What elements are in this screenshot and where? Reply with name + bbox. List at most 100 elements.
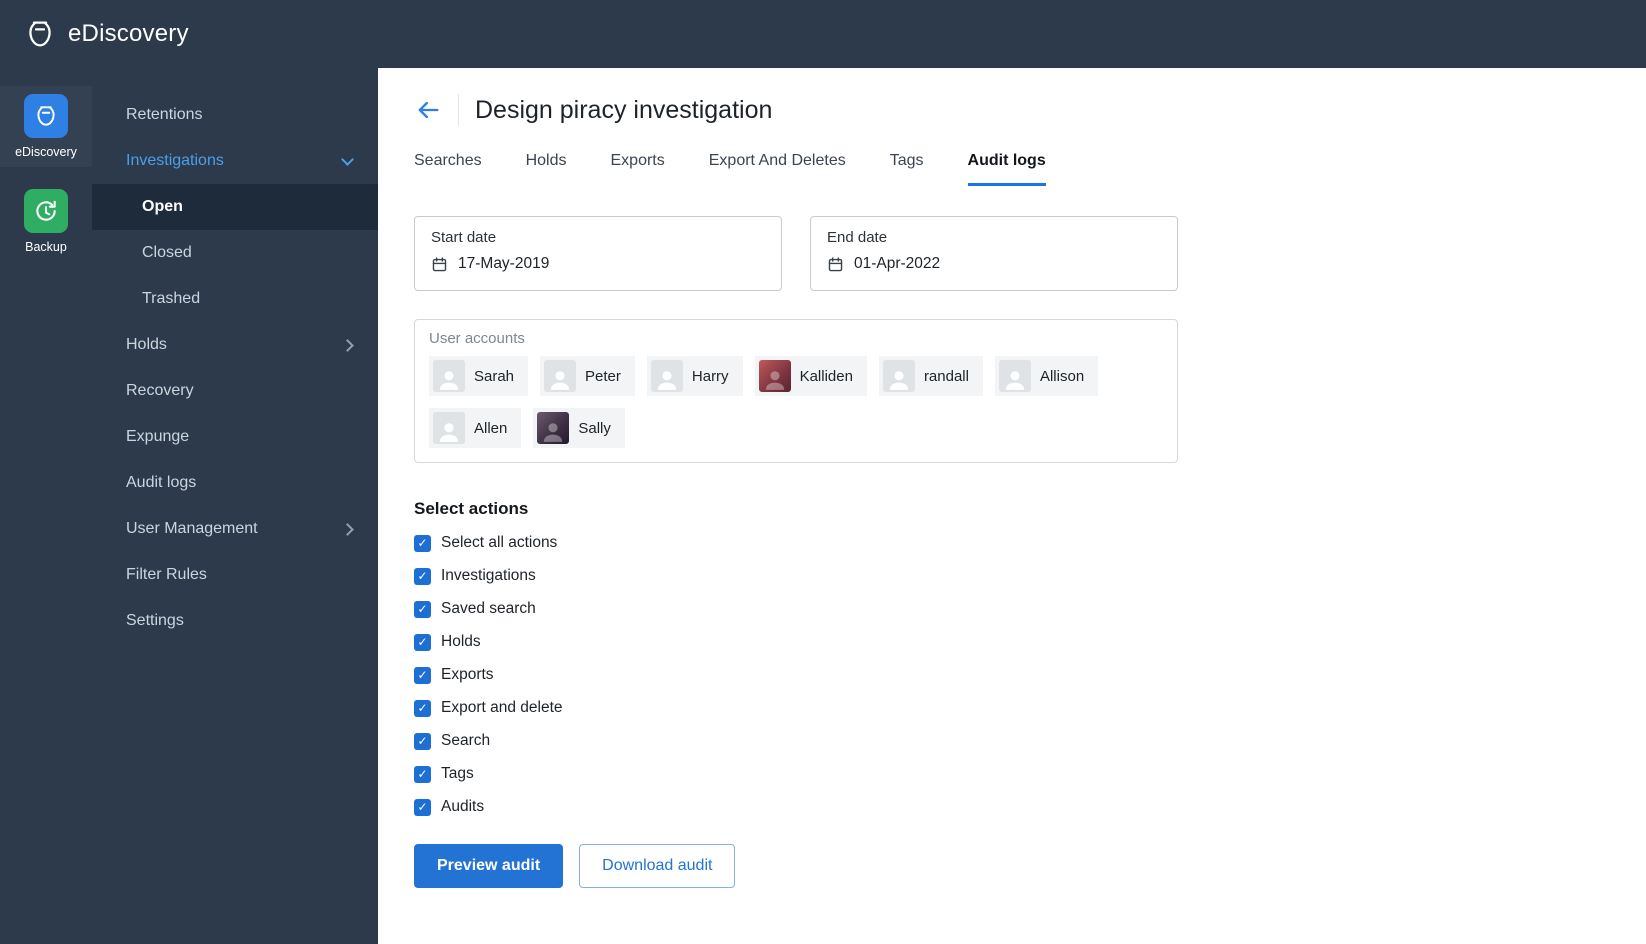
avatar [650, 360, 683, 392]
checkbox-checked-icon: ✓ [414, 666, 431, 684]
user-chip[interactable]: randall [878, 356, 983, 396]
sidebar-item-label: Settings [126, 612, 184, 629]
user-accounts-label: User accounts [429, 330, 525, 347]
user-accounts-box: User accounts Sarah Peter Harry Kalliden… [414, 319, 1178, 463]
avatar [433, 412, 465, 444]
left-rail: eDiscovery Backup [0, 68, 92, 944]
checkbox-investigations[interactable]: ✓ Investigations [414, 567, 1606, 585]
checkbox-checked-icon: ✓ [414, 798, 431, 816]
tab-export-and-deletes[interactable]: Export And Deletes [709, 152, 846, 186]
checkbox-tags[interactable]: ✓ Tags [414, 765, 1606, 783]
checkbox-checked-icon: ✓ [414, 699, 431, 717]
download-audit-button[interactable]: Download audit [579, 844, 736, 888]
page-header: Design piracy investigation [414, 94, 1606, 126]
checkbox-checked-icon: ✓ [414, 765, 431, 783]
sidebar-item-retentions[interactable]: Retentions [92, 92, 378, 138]
sidebar-item-closed[interactable]: Closed [92, 230, 378, 276]
end-date-value-row: 01-Apr-2022 [827, 255, 1161, 273]
avatar [433, 360, 465, 392]
backup-icon [24, 189, 68, 233]
sidebar-item-expunge[interactable]: Expunge [92, 414, 378, 460]
sidebar-item-filter-rules[interactable]: Filter Rules [92, 552, 378, 598]
sidebar-item-audit-logs[interactable]: Audit logs [92, 460, 378, 506]
sidebar-item-open[interactable]: Open [92, 184, 378, 230]
checkbox-checked-icon: ✓ [414, 732, 431, 750]
sidebar-item-label: Open [142, 198, 183, 215]
user-chip[interactable]: Sally [533, 408, 625, 448]
checkbox-label: Holds [441, 633, 481, 650]
user-name: Allison [1039, 367, 1085, 385]
sidebar-item-trashed[interactable]: Trashed [92, 276, 378, 322]
user-name: Sally [578, 419, 611, 437]
checkbox-holds[interactable]: ✓ Holds [414, 633, 1606, 651]
calendar-icon [827, 256, 844, 273]
rail-item-ediscovery[interactable]: eDiscovery [0, 86, 92, 167]
user-chip[interactable]: Peter [540, 356, 635, 396]
user-chip[interactable]: Sarah [429, 356, 529, 396]
body: eDiscovery Backup Retentions Investigati… [0, 68, 1646, 944]
user-chip[interactable]: Allison [994, 356, 1099, 396]
sidebar-item-label: Audit logs [126, 474, 197, 491]
date-filters: Start date 17-May-2019 End date 01-Apr-2… [414, 216, 1606, 291]
checkbox-checked-icon: ✓ [414, 567, 431, 585]
sidebar-item-label: Filter Rules [126, 566, 207, 583]
back-arrow-icon[interactable] [414, 96, 442, 124]
user-chip[interactable]: Allen [429, 408, 522, 448]
checkbox-search[interactable]: ✓ Search [414, 732, 1606, 750]
end-date-label: End date [827, 229, 888, 246]
ediscovery-icon [24, 94, 68, 138]
checkbox-label: Exports [441, 666, 494, 683]
preview-audit-button[interactable]: Preview audit [414, 844, 564, 888]
sidebar-item-label: Holds [126, 336, 167, 353]
avatar [998, 360, 1031, 392]
sidebar-item-investigations[interactable]: Investigations [92, 138, 378, 184]
tab-audit-logs[interactable]: Audit logs [967, 152, 1046, 186]
sidebar-item-user-management[interactable]: User Management [92, 506, 378, 552]
sidebar-item-recovery[interactable]: Recovery [92, 368, 378, 414]
start-date-label: Start date [431, 229, 497, 246]
user-name: Sarah [474, 367, 515, 385]
checkbox-audits[interactable]: ✓ Audits [414, 798, 1606, 816]
tab-holds[interactable]: Holds [526, 152, 567, 186]
sidebar-item-holds[interactable]: Holds [92, 322, 378, 368]
avatar [758, 360, 791, 392]
sidebar-item-label: Trashed [142, 290, 201, 307]
user-name: Harry [691, 367, 729, 385]
end-date-field[interactable]: End date 01-Apr-2022 [810, 216, 1178, 291]
page-title: Design piracy investigation [475, 95, 773, 124]
header-divider [458, 94, 459, 126]
checkbox-export-and-delete[interactable]: ✓ Export and delete [414, 699, 1606, 717]
sidebar-item-label: Recovery [126, 382, 194, 399]
checkbox-label: Audits [441, 798, 485, 815]
start-date-value: 17-May-2019 [458, 255, 550, 272]
avatar [544, 360, 577, 392]
chevron-down-icon [341, 152, 354, 166]
sidebar-item-settings[interactable]: Settings [92, 598, 378, 644]
user-chip[interactable]: Harry [646, 356, 743, 396]
chevron-right-icon [341, 522, 354, 536]
sidebar: Retentions Investigations Open Closed Tr… [92, 68, 378, 944]
checkbox-exports[interactable]: ✓ Exports [414, 666, 1606, 684]
sidebar-item-label: Investigations [126, 152, 224, 169]
main-content: Design piracy investigation Searches Hol… [378, 68, 1646, 944]
sidebar-item-label: Closed [142, 244, 192, 261]
tab-bar: Searches Holds Exports Export And Delete… [414, 152, 1606, 186]
checkbox-select-all-actions[interactable]: ✓ Select all actions [414, 534, 1606, 552]
user-chip[interactable]: Kalliden [754, 356, 867, 396]
rail-item-backup[interactable]: Backup [0, 181, 92, 262]
sidebar-item-label: User Management [126, 520, 258, 537]
tab-searches[interactable]: Searches [414, 152, 482, 186]
sidebar-item-label: Expunge [126, 428, 190, 445]
user-name: Allen [474, 419, 508, 437]
checkbox-checked-icon: ✓ [414, 600, 431, 618]
start-date-field[interactable]: Start date 17-May-2019 [414, 216, 782, 291]
rail-item-label: eDiscovery [15, 145, 77, 159]
actions-checkbox-list: ✓ Select all actions ✓ Investigations ✓ … [414, 534, 1606, 816]
calendar-icon [431, 256, 448, 273]
checkbox-checked-icon: ✓ [414, 534, 431, 552]
tab-tags[interactable]: Tags [890, 152, 924, 186]
checkbox-saved-search[interactable]: ✓ Saved search [414, 600, 1606, 618]
tab-exports[interactable]: Exports [611, 152, 665, 186]
user-name: Kalliden [799, 367, 853, 385]
checkbox-label: Search [441, 732, 491, 749]
